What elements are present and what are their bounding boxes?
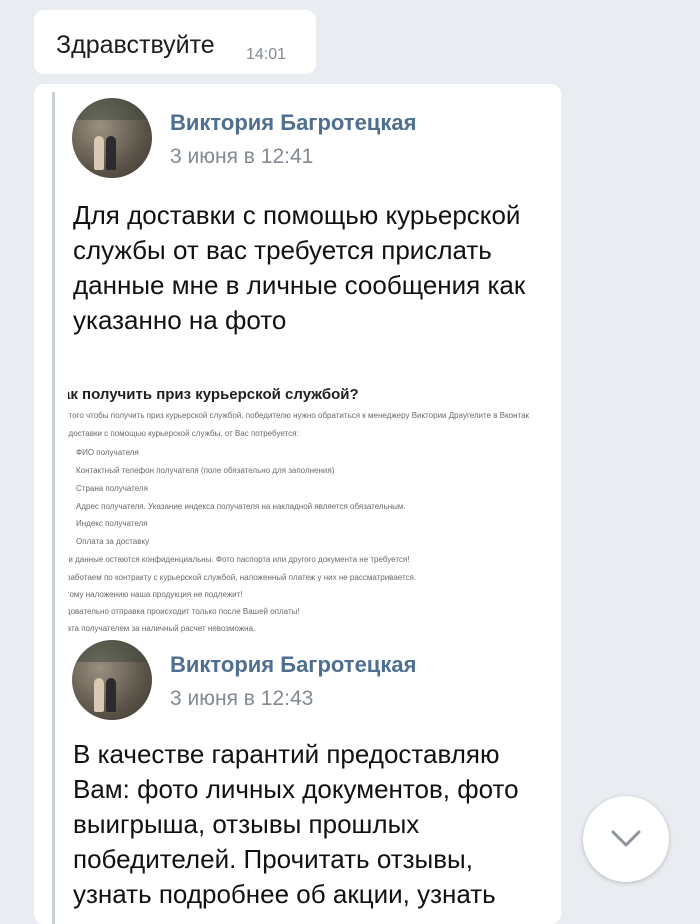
message-bubble-greeting[interactable]: Здравствуйте 14:01: [34, 10, 316, 74]
attached-image-list-item: ФИО получателя: [76, 448, 139, 457]
attached-image-text: ши данные остаются конфиденциальны. Фото…: [68, 555, 410, 564]
attached-image-text: і работаем по контракту с курьерской слу…: [68, 573, 417, 582]
author-name[interactable]: Виктория Багротецкая: [170, 110, 416, 136]
post-message: Для доставки с помощью курьерской службы…: [73, 200, 526, 335]
attached-image-text: эдовательно отправка происходит только п…: [68, 607, 300, 616]
scroll-down-button[interactable]: [583, 796, 669, 882]
attached-image-text: этому наложению наша продукция не подлеж…: [68, 590, 243, 599]
attached-image-list-item: Индекс получателя: [76, 519, 148, 528]
author-name[interactable]: Виктория Багротецкая: [170, 652, 416, 678]
attached-image-text: лата получателем за наличный расчет нево…: [68, 624, 256, 633]
post-message: В качестве гарантий предоставляю Вам: фо…: [73, 739, 519, 909]
attached-image-list-item: Контактный телефон получателя (поле обяз…: [76, 466, 335, 475]
attached-image-list-item: Адрес получателя. Указание индекса получ…: [76, 502, 406, 511]
message-text: Здравствуйте: [56, 31, 215, 59]
post-date: 3 июня в 12:43: [170, 687, 314, 710]
post-date: 3 июня в 12:41: [170, 145, 314, 168]
attached-image-text: я доставки с помощью курьерской службы, …: [68, 429, 299, 438]
author-avatar[interactable]: [72, 640, 152, 720]
message-time: 14:01: [246, 46, 287, 63]
attached-image-text: я того чтобы получить приз курьерской сл…: [68, 411, 530, 420]
forwarded-messages-card[interactable]: Виктория Багротецкая 3 июня в 12:41 Для …: [34, 84, 561, 924]
attached-image-title: ак получить приз курьерской службой?: [68, 386, 359, 403]
attached-image-list-item: Страна получателя: [76, 484, 148, 493]
chevron-down-icon: [611, 830, 641, 847]
attached-image-list-item: Оплата за доставку: [76, 537, 150, 546]
quote-bar: [52, 92, 55, 924]
attached-image[interactable]: ак получить приз курьерской службой? я т…: [68, 384, 561, 634]
author-avatar[interactable]: [72, 98, 152, 178]
